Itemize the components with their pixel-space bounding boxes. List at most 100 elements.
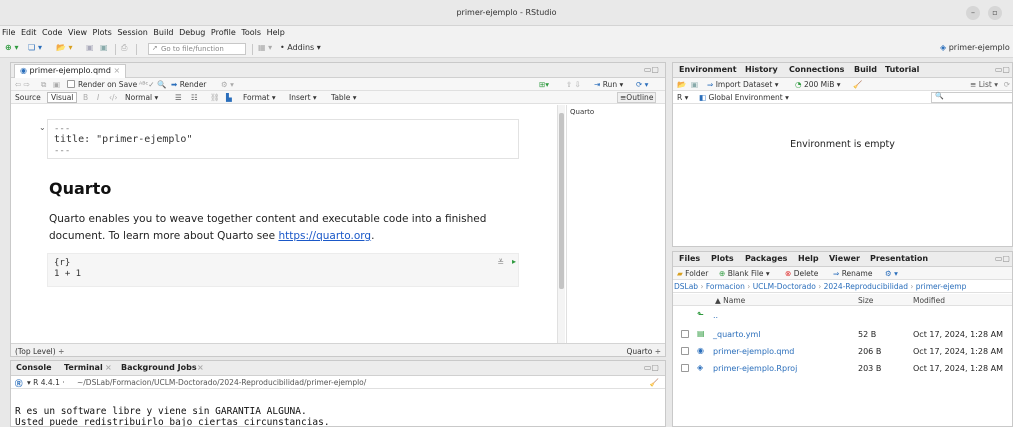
tab-connections[interactable]: Connections	[789, 65, 844, 74]
tab-viewer[interactable]: Viewer	[829, 254, 860, 263]
breadcrumb-primer-ejemplo[interactable]: primer-ejemp	[916, 282, 967, 291]
chunk-nav-icon[interactable]: ⇧ ⇩	[566, 80, 581, 89]
menu-profile[interactable]: Profile	[209, 26, 237, 37]
numbered-list-icon[interactable]: ☷	[191, 93, 198, 102]
tab-history[interactable]: History	[745, 65, 778, 74]
console-working-dir[interactable]: ~/DSLab/Formacion/UCLM-Doctorado/2024-Re…	[77, 378, 366, 387]
tab-tutorial[interactable]: Tutorial	[885, 65, 919, 74]
console-output[interactable]: R es un software libre y viene sin GARAN…	[15, 406, 330, 426]
link-icon[interactable]: ⛓	[210, 93, 220, 102]
spellcheck-icon[interactable]: ᴬᴮᶜ✓	[139, 80, 155, 89]
editor-tab-primer-ejemplo[interactable]: ◉ primer-ejemplo.qmd ×	[14, 64, 127, 78]
image-icon[interactable]: ▙	[226, 93, 232, 102]
menu-file[interactable]: File	[0, 26, 16, 37]
new-folder-button[interactable]: ▰ Folder	[677, 269, 708, 278]
tab-packages[interactable]: Packages	[745, 254, 787, 263]
menu-tools[interactable]: Tools	[239, 26, 262, 37]
tab-environment[interactable]: Environment	[679, 65, 737, 74]
global-env-select[interactable]: ◧ Global Environment ▾	[699, 93, 789, 102]
table-menu[interactable]: Table ▾	[331, 93, 357, 102]
scope-selector[interactable]: (Top Level) ÷	[15, 347, 64, 356]
tab-console[interactable]: Console	[16, 363, 52, 372]
tab-build[interactable]: Build	[854, 65, 877, 74]
import-dataset-menu[interactable]: ⇒ Import Dataset ▾	[707, 80, 779, 89]
console-minmax-icon[interactable]: ▭▢	[644, 363, 659, 372]
tab-plots[interactable]: Plots	[711, 254, 734, 263]
save-workspace-icon[interactable]: ▣	[691, 80, 698, 89]
view-mode-menu[interactable]: ≡ List ▾	[970, 80, 998, 89]
editor-save-icon[interactable]: ▣	[53, 80, 60, 89]
insert-chunk-icon[interactable]: ⊞▾	[539, 80, 549, 89]
render-on-save-checkbox[interactable]	[67, 80, 75, 88]
clear-console-icon[interactable]: 🧹	[650, 378, 659, 387]
table-row[interactable]: ▤ _quarto.yml 52 B Oct 17, 2024, 1:28 AM	[673, 326, 1012, 343]
grid-layout-icon[interactable]: ▦ ▾	[258, 43, 272, 52]
column-name[interactable]: ▲ Name	[715, 296, 745, 305]
find-icon[interactable]: 🔍	[157, 80, 166, 89]
print-icon[interactable]: ⎙	[121, 43, 127, 53]
column-size[interactable]: Size	[858, 296, 873, 305]
project-menu[interactable]: ◈ primer-ejemplo	[940, 43, 1010, 52]
pane-minmax-icon[interactable]: ▭▢	[644, 65, 659, 74]
tab-terminal[interactable]: Terminal	[64, 363, 103, 372]
env-minmax-icon[interactable]: ▭▢	[995, 65, 1010, 74]
breadcrumb-dslab[interactable]: DSLab	[674, 282, 698, 291]
yaml-block[interactable]: --- title: "primer-ejemplo" ---	[47, 119, 519, 159]
save-icon[interactable]: ▣	[86, 43, 94, 52]
clear-env-icon[interactable]: 🧹	[853, 80, 862, 89]
new-file-icon[interactable]: ⊕ ▾	[5, 43, 19, 52]
menu-view[interactable]: View	[66, 26, 88, 37]
run-previous-chunks-icon[interactable]: ≚	[497, 258, 504, 267]
language-select[interactable]: R ▾	[677, 93, 688, 102]
parent-dir-row[interactable]: ⬑ ..	[673, 307, 1012, 324]
menu-plots[interactable]: Plots	[91, 26, 113, 37]
code-icon[interactable]: ‹/›	[109, 93, 118, 102]
rerun-icon[interactable]: ⟳ ▾	[636, 80, 648, 89]
delete-button[interactable]: ⊗ Delete	[785, 269, 818, 278]
column-modified[interactable]: Modified	[913, 296, 945, 305]
rename-button[interactable]: ⇒ Rename	[833, 269, 872, 278]
render-button[interactable]: ➡ Render	[171, 80, 206, 89]
tab-help[interactable]: Help	[798, 254, 819, 263]
open-file-icon[interactable]: 📂 ▾	[56, 43, 73, 52]
code-chunk[interactable]: {r} 1 + 1 ≚ ▸	[47, 253, 519, 287]
load-workspace-icon[interactable]: 📂	[677, 80, 686, 89]
menu-help[interactable]: Help	[265, 26, 286, 37]
env-search-input[interactable]: 🔍	[931, 92, 1012, 103]
collapse-yaml-icon[interactable]: ⌄	[39, 123, 46, 132]
r-version-menu[interactable]: ▾ R 4.4.1 ·	[27, 378, 65, 387]
menu-build[interactable]: Build	[151, 26, 174, 37]
breadcrumb-formacion[interactable]: Formacion	[706, 282, 745, 291]
menu-code[interactable]: Code	[40, 26, 63, 37]
render-options-icon[interactable]: ⚙ ▾	[221, 80, 234, 89]
quarto-link[interactable]: https://quarto.org	[278, 230, 371, 242]
breadcrumb-uclm-doctorado[interactable]: UCLM-Doctorado	[753, 282, 816, 291]
table-row[interactable]: ◉ primer-ejemplo.qmd 206 B Oct 17, 2024,…	[673, 343, 1012, 360]
style-select[interactable]: Normal ▾	[125, 93, 158, 102]
editor-scroll-thumb[interactable]	[559, 113, 564, 289]
bold-icon[interactable]: B	[83, 93, 88, 102]
more-gear-icon[interactable]: ⚙ ▾	[885, 269, 898, 278]
minimize-button[interactable]: –	[966, 6, 980, 20]
tab-background-jobs[interactable]: Background Jobs	[121, 363, 197, 372]
menu-edit[interactable]: Edit	[19, 26, 38, 37]
run-button[interactable]: ⇥ Run ▾	[594, 80, 623, 89]
memory-usage[interactable]: ◔ 200 MiB ▾	[795, 80, 841, 89]
outline-button[interactable]: ≡Outline	[617, 92, 657, 103]
save-all-icon[interactable]: ▣	[100, 43, 108, 52]
maximize-button[interactable]: ▫	[988, 6, 1002, 20]
row-checkbox[interactable]	[681, 330, 689, 338]
blank-file-button[interactable]: ⊕ Blank File ▾	[719, 269, 770, 278]
source-mode-button[interactable]: Source	[15, 93, 41, 102]
refresh-env-icon[interactable]: ⟳	[1004, 80, 1010, 89]
row-checkbox[interactable]	[681, 364, 689, 372]
terminal-close-icon[interactable]: ×	[105, 363, 112, 372]
breadcrumb-2024-reproducibilidad[interactable]: 2024-Reproducibilidad	[824, 282, 908, 291]
bullet-list-icon[interactable]: ☰	[175, 93, 182, 102]
row-checkbox[interactable]	[681, 347, 689, 355]
menu-debug[interactable]: Debug	[177, 26, 206, 37]
menu-session[interactable]: Session	[115, 26, 149, 37]
nav-back-icon[interactable]: ⇦ ⇨	[15, 80, 30, 89]
italic-icon[interactable]: I	[97, 93, 99, 102]
show-in-window-icon[interactable]: ⧉	[41, 80, 46, 90]
